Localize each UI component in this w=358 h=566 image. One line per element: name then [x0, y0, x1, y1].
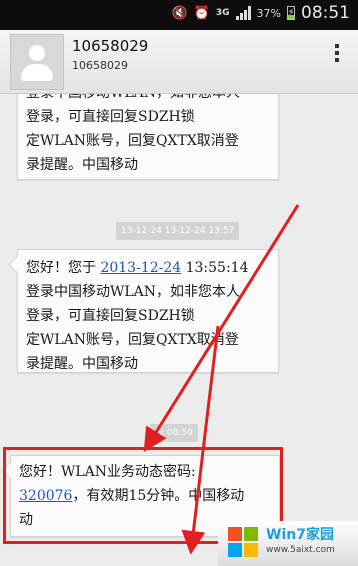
watermark-url: www.5aixt.com	[266, 545, 335, 555]
watermark: Win7家园 www.5aixt.com	[218, 521, 358, 566]
watermark-title: Win7家园	[266, 527, 334, 543]
windows-logo-icon	[228, 527, 258, 557]
annotation-arrow	[143, 204, 300, 555]
